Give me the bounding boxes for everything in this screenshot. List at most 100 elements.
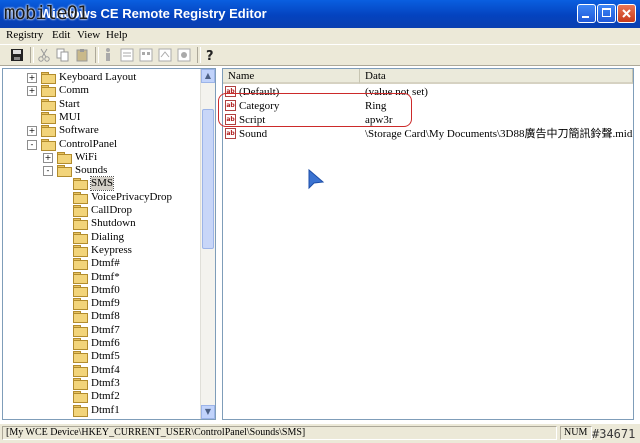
menu-edit[interactable]: Edit <box>52 29 70 41</box>
tree-item-label: SMS <box>89 176 115 192</box>
cut-icon <box>38 48 50 62</box>
close-icon <box>622 9 631 18</box>
folder-icon <box>57 165 72 178</box>
tree-item[interactable]: Dtmf8 <box>3 310 201 324</box>
tree-item[interactable]: Start <box>3 98 201 111</box>
expand-icon[interactable]: + <box>27 126 37 137</box>
expand-icon[interactable]: + <box>27 86 37 97</box>
folder-icon <box>73 391 88 404</box>
tree-item[interactable]: - Sounds <box>3 164 201 178</box>
folder-icon <box>73 244 88 257</box>
title-bar[interactable]: Windows CE Remote Registry Editor <box>0 0 640 28</box>
folder-icon <box>73 377 88 390</box>
scroll-thumb[interactable] <box>202 109 214 249</box>
expand-icon[interactable]: + <box>43 152 53 163</box>
tree-item-label: Dtmf8 <box>91 310 120 323</box>
import-button[interactable] <box>100 47 118 63</box>
value-name: Sound <box>239 128 268 140</box>
tree-item[interactable]: Dtmf0 <box>3 284 201 297</box>
tree-item[interactable]: Dtmf# <box>3 257 201 271</box>
connect-icon <box>158 48 172 62</box>
connect-button[interactable] <box>157 47 175 63</box>
tree-item-label: ControlPanel <box>59 137 118 150</box>
tree-scrollbar[interactable]: ▲ ▼ <box>200 69 215 419</box>
column-header-name[interactable]: Name <box>223 69 360 84</box>
tree-item-label: Dtmf7 <box>91 323 120 336</box>
toolbar: ? <box>0 44 640 66</box>
watermark-logo: mobile01 <box>4 2 89 24</box>
tree-item-label: Dtmf2 <box>91 390 120 403</box>
tree-item[interactable]: + Comm <box>3 84 201 98</box>
string-value-icon: ab <box>225 128 236 139</box>
folder-icon <box>73 231 88 244</box>
tree-item[interactable]: Shutdown <box>3 217 201 231</box>
image-id: #34671 <box>592 427 636 441</box>
tree-item[interactable]: Dtmf6 <box>3 337 201 350</box>
folder-icon <box>73 338 88 350</box>
key-button[interactable] <box>138 47 156 63</box>
tree-item-label: Sounds <box>75 164 108 177</box>
menu-registry[interactable]: Registry <box>6 29 43 41</box>
tree-item[interactable]: + Software <box>3 124 201 138</box>
export-button[interactable] <box>119 47 137 63</box>
tree-item[interactable]: VoicePrivacyDrop <box>3 191 201 204</box>
scroll-up-icon[interactable]: ▲ <box>201 69 215 83</box>
tree-item[interactable]: Dialing <box>3 231 201 244</box>
tree-item[interactable]: + Keyboard Layout <box>3 71 201 84</box>
help-button[interactable]: ? <box>202 47 220 64</box>
tree-item[interactable]: Dtmf1 <box>3 404 201 417</box>
tree-item[interactable]: Dtmf3 <box>3 377 201 390</box>
tree-item-label: Start <box>59 97 80 110</box>
tree-item[interactable]: Dtmf* <box>3 271 201 284</box>
close-button[interactable] <box>617 4 636 23</box>
tree-item-label: Keypress <box>91 243 132 256</box>
tree-item[interactable]: Dtmf9 <box>3 297 201 311</box>
copy-icon <box>56 48 69 62</box>
tree-item[interactable]: - ControlPanel <box>3 138 201 151</box>
tree-item-label: Dtmf9 <box>91 297 120 310</box>
folder-icon <box>73 191 88 204</box>
folder-icon <box>73 205 88 217</box>
menu-view[interactable]: View <box>77 29 100 41</box>
save-button[interactable] <box>9 47 27 63</box>
export-icon <box>120 48 134 62</box>
tree-item-label: Dtmf4 <box>91 363 120 376</box>
folder-icon <box>41 72 56 84</box>
expand-icon[interactable]: + <box>27 73 37 83</box>
folder-icon <box>73 364 88 377</box>
folder-icon <box>41 125 56 138</box>
key-icon <box>139 48 153 62</box>
tree-item[interactable]: Dtmf2 <box>3 390 201 404</box>
tree-item[interactable]: MUI <box>3 111 201 124</box>
folder-icon <box>41 111 56 124</box>
list-item[interactable]: ab Sound \Storage Card\My Documents\3D88廣告… <box>223 127 633 141</box>
copy-button[interactable] <box>55 47 73 63</box>
tree-item[interactable]: Dtmf5 <box>3 350 201 364</box>
tree-item-label: Software <box>59 124 99 137</box>
collapse-icon[interactable]: - <box>27 139 37 150</box>
registry-tree[interactable]: ▲ ▼ + Keyboard Layout + Comm Start MUI + Softwa… <box>2 68 216 420</box>
tree-item[interactable]: Dtmf4 <box>3 364 201 377</box>
tree-item[interactable]: Keypress <box>3 244 201 257</box>
import-icon <box>106 48 110 61</box>
maximize-button[interactable] <box>597 4 616 23</box>
tree-item-label: Dtmf* <box>91 270 120 283</box>
collapse-icon[interactable]: - <box>43 166 53 177</box>
cut-button[interactable] <box>36 47 54 63</box>
disconnect-button[interactable] <box>176 47 194 63</box>
status-bar: [My WCE Device\HKEY_CURRENT_USER\Control… <box>0 423 640 443</box>
folder-icon <box>73 404 88 417</box>
column-header-data[interactable]: Data <box>360 69 633 84</box>
tree-item[interactable]: SMS <box>3 176 201 192</box>
folder-icon <box>73 324 88 337</box>
tree-item-label: MUI <box>59 110 81 123</box>
tree-item[interactable]: Dtmf7 <box>3 324 201 337</box>
paste-button[interactable] <box>74 47 92 63</box>
tree-item[interactable]: + WiFi <box>3 151 201 164</box>
minimize-button[interactable] <box>577 4 596 23</box>
tree-item[interactable]: CallDrop <box>3 204 201 217</box>
highlight-outline <box>218 93 412 127</box>
menu-help[interactable]: Help <box>106 29 127 41</box>
scroll-down-icon[interactable]: ▼ <box>201 405 215 419</box>
tree-item-label: CallDrop <box>91 204 132 216</box>
